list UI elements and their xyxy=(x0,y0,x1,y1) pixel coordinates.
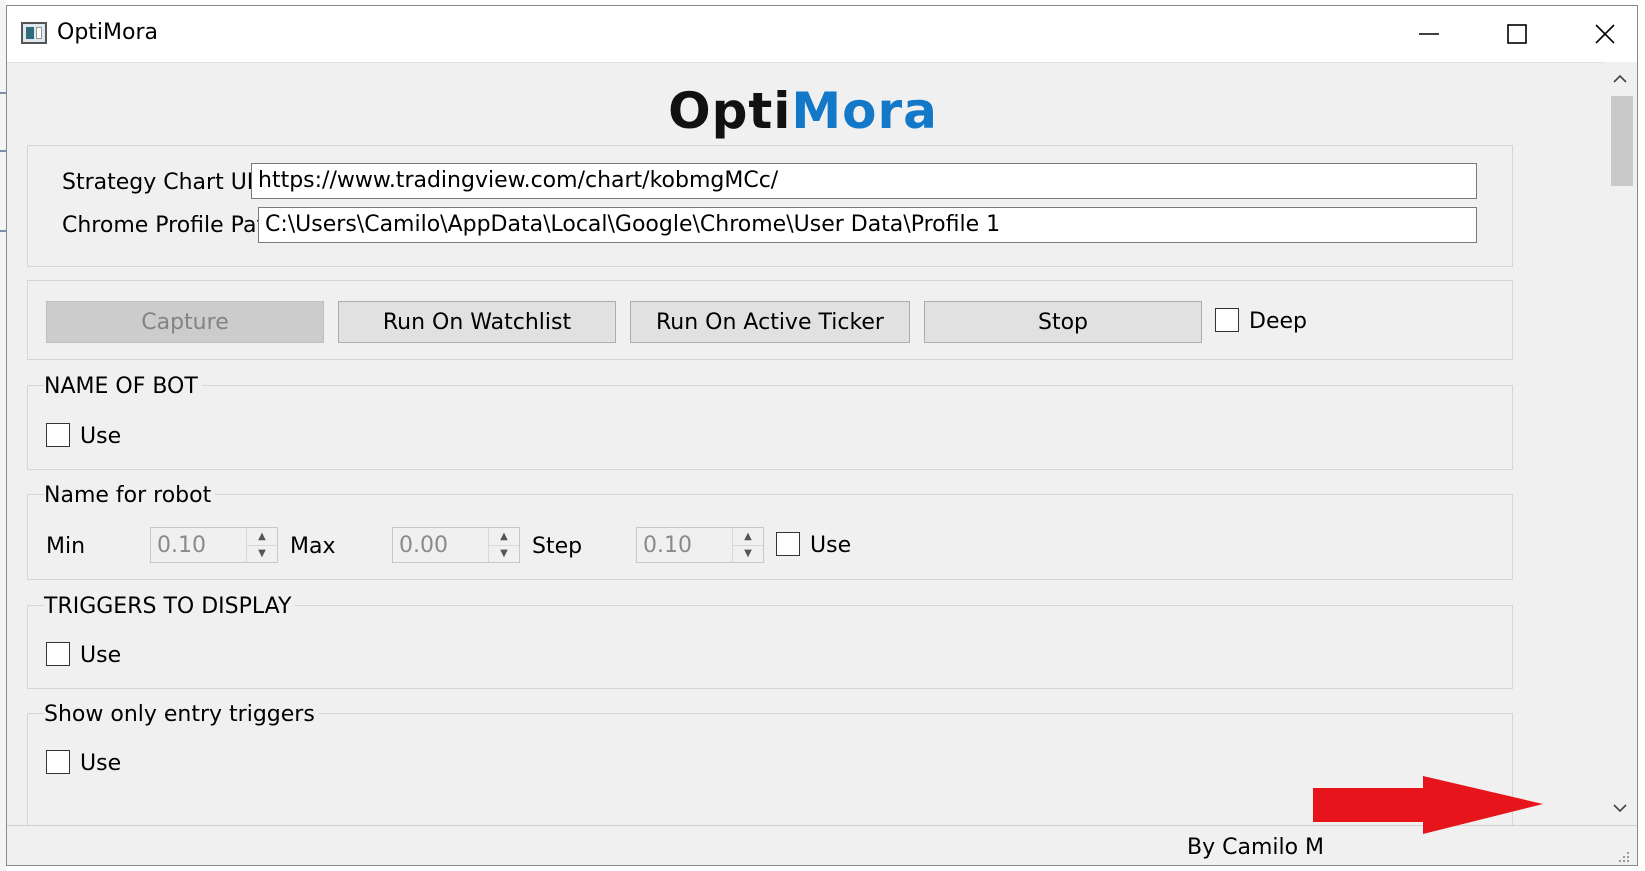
name-of-bot-use-checkbox[interactable] xyxy=(46,423,70,447)
step-down-icon[interactable]: ▼ xyxy=(733,545,763,562)
step-label: Step xyxy=(532,534,583,559)
app-window-icon xyxy=(21,22,47,44)
deep-checkbox[interactable] xyxy=(1215,308,1239,332)
deep-label: Deep xyxy=(1249,309,1307,334)
maximize-button[interactable] xyxy=(1473,6,1561,62)
name-for-robot-title: Name for robot xyxy=(44,483,216,508)
name-of-bot-title: NAME OF BOT xyxy=(44,374,202,399)
name-for-robot-use-checkbox[interactable] xyxy=(776,532,800,556)
strategy-url-input[interactable]: https://www.tradingview.com/chart/kobmgM… xyxy=(251,163,1477,199)
capture-button[interactable]: Capture xyxy=(46,301,324,343)
name-for-robot-use-label: Use xyxy=(810,533,852,558)
triggers-use-checkbox[interactable] xyxy=(46,642,70,666)
chrome-profile-label: Chrome Profile Path xyxy=(62,213,280,238)
scroll-down-button[interactable] xyxy=(1603,791,1637,825)
max-up-icon[interactable]: ▲ xyxy=(489,528,519,546)
vertical-scrollbar[interactable] xyxy=(1603,62,1637,825)
min-up-icon[interactable]: ▲ xyxy=(247,528,277,546)
chevron-up-icon xyxy=(1613,74,1627,83)
main-content: OptiMora Strategy Chart URL https://www.… xyxy=(7,62,1637,833)
maximize-icon xyxy=(1507,24,1527,44)
max-down-icon[interactable]: ▼ xyxy=(489,545,519,562)
actions-group: Capture Run On Watchlist Run On Active T… xyxy=(27,280,1513,360)
name-of-bot-use-label: Use xyxy=(80,424,122,449)
settings-group: Strategy Chart URL https://www.tradingvi… xyxy=(27,145,1513,267)
stop-button[interactable]: Stop xyxy=(924,301,1202,343)
run-on-active-ticker-button[interactable]: Run On Active Ticker xyxy=(630,301,910,343)
title-bar: OptiMora xyxy=(7,6,1637,63)
app-window: OptiMora OptiMora Strategy Chart URL htt… xyxy=(6,5,1638,866)
show-only-entry-title: Show only entry triggers xyxy=(44,702,319,727)
min-value: 0.10 xyxy=(157,533,206,558)
show-only-entry-group: Use xyxy=(27,713,1513,833)
min-label: Min xyxy=(46,534,86,559)
chrome-profile-input[interactable]: C:\Users\Camilo\AppData\Local\Google\Chr… xyxy=(258,207,1477,243)
window-title: OptiMora xyxy=(57,20,158,45)
triggers-to-display-title: TRIGGERS TO DISPLAY xyxy=(44,594,296,619)
app-logo: OptiMora xyxy=(668,82,938,140)
name-for-robot-group: Min 0.10 ▲ ▼ Max 0.00 ▲ ▼ Step 0.10 ▲ ▼ Use xyxy=(27,494,1513,580)
step-value: 0.10 xyxy=(643,533,692,558)
red-arrow-annotation xyxy=(1313,776,1543,834)
show-only-entry-use-label: Use xyxy=(80,751,122,776)
min-spinbox[interactable]: 0.10 ▲ ▼ xyxy=(150,527,278,563)
show-only-entry-use-checkbox[interactable] xyxy=(46,750,70,774)
close-icon xyxy=(1595,24,1615,44)
max-label: Max xyxy=(290,534,336,559)
step-up-icon[interactable]: ▲ xyxy=(733,528,763,546)
minimize-button[interactable] xyxy=(1385,6,1473,62)
close-button[interactable] xyxy=(1561,6,1637,62)
step-spinbox[interactable]: 0.10 ▲ ▼ xyxy=(636,527,764,563)
status-text: By Camilo M xyxy=(1187,835,1325,860)
run-on-watchlist-button[interactable]: Run On Watchlist xyxy=(338,301,616,343)
min-down-icon[interactable]: ▼ xyxy=(247,545,277,562)
max-value: 0.00 xyxy=(399,533,448,558)
scroll-up-button[interactable] xyxy=(1603,62,1637,96)
triggers-use-label: Use xyxy=(80,643,122,668)
strategy-url-label: Strategy Chart URL xyxy=(62,170,275,195)
name-of-bot-group: Use xyxy=(27,385,1513,470)
chevron-down-icon xyxy=(1613,804,1627,813)
resize-grip-icon[interactable] xyxy=(1617,850,1631,864)
scroll-thumb[interactable] xyxy=(1611,96,1633,186)
max-spinbox[interactable]: 0.00 ▲ ▼ xyxy=(392,527,520,563)
minimize-icon xyxy=(1419,33,1439,35)
